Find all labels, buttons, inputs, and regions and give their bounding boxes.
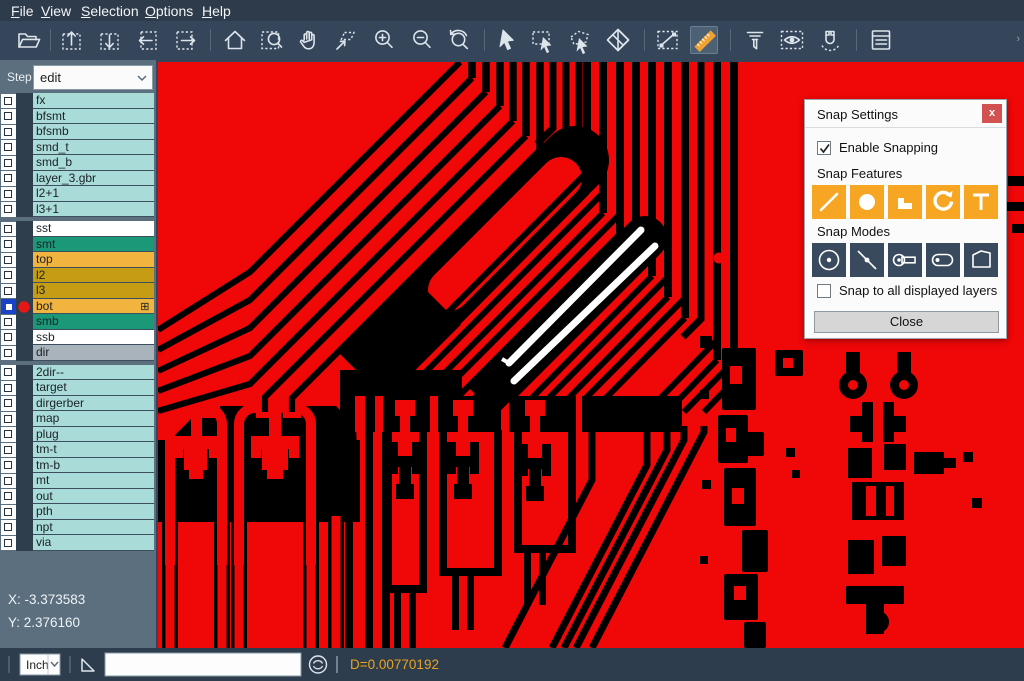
svg-text:Inch: Inch (26, 658, 49, 672)
svg-text:D=0.00770192: D=0.00770192 (350, 657, 439, 672)
